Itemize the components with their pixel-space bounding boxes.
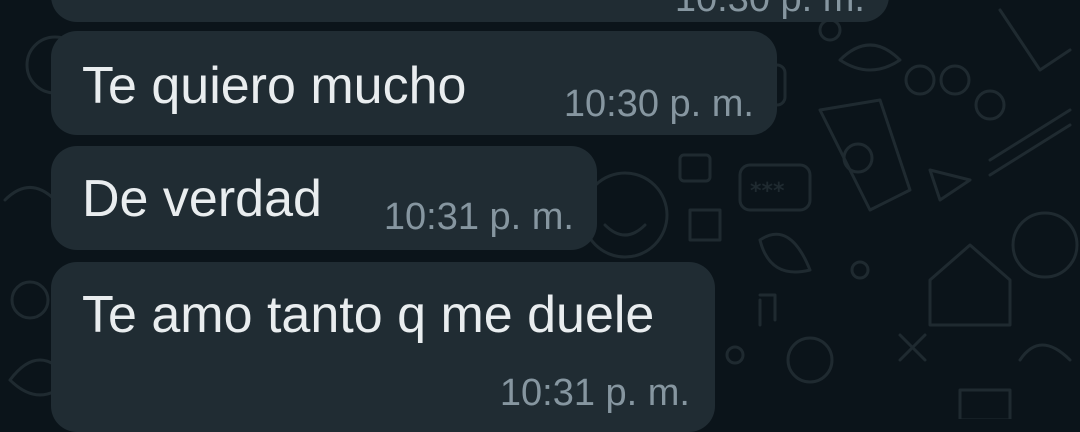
message-timestamp: 10:30 p. m. bbox=[563, 83, 754, 125]
dot-doodle-icon-3 bbox=[725, 345, 745, 365]
camera-doodle-icon bbox=[958, 388, 1012, 419]
send-doodle-icon bbox=[928, 168, 972, 202]
puzzle-doodle-icon bbox=[688, 208, 722, 242]
message-bubble[interactable]: De verdad 10:31 p. m. bbox=[51, 146, 597, 250]
message-bubble[interactable]: Te amo tanto q me duele 10:31 p. m. bbox=[51, 262, 715, 432]
flower-doodle-icon bbox=[786, 336, 834, 384]
dot-doodle-icon-2 bbox=[850, 260, 870, 280]
feather-doodle-icon bbox=[998, 8, 1072, 72]
basketball-doodle-icon bbox=[1011, 211, 1079, 279]
bird-doodle-icon bbox=[838, 43, 902, 72]
cloud-doodle-icon bbox=[1018, 343, 1072, 362]
message-text: Te quiero mucho bbox=[82, 57, 467, 115]
bubbles-doodle-icon bbox=[904, 64, 936, 96]
lock-doodle-icon bbox=[678, 153, 712, 183]
dot-doodle-icon bbox=[818, 18, 842, 42]
message-timestamp: 10:31 p. m. bbox=[383, 196, 574, 238]
pencil-doodle-icon bbox=[988, 108, 1072, 177]
music-note-doodle-icon bbox=[758, 293, 777, 327]
password-doodle-text: *** bbox=[750, 179, 785, 204]
smiley-mouth-doodle-icon bbox=[603, 223, 647, 237]
cross-doodle-icon bbox=[898, 333, 927, 362]
shell-doodle-icon bbox=[758, 232, 812, 274]
message-text: Te amo tanto q me duele bbox=[82, 286, 655, 344]
message-bubble[interactable]: Te quiero mucho 10:30 p. m. bbox=[51, 31, 777, 135]
message-timestamp: 10:31 p. m. bbox=[499, 372, 690, 414]
message-bubble-previous[interactable]: 10:30 p. m. bbox=[51, 0, 889, 22]
bubble-doodle-icon bbox=[10, 280, 50, 320]
message-timestamp: 10:30 p. m. bbox=[675, 0, 865, 18]
sun-doodle-icon bbox=[842, 142, 874, 174]
bubbles-doodle-icon-3 bbox=[974, 89, 1006, 121]
bottle-doodle-icon bbox=[818, 98, 912, 212]
house-doodle-icon bbox=[928, 243, 1012, 327]
message-text: De verdad bbox=[82, 170, 322, 228]
bubbles-doodle-icon-2 bbox=[939, 64, 971, 96]
